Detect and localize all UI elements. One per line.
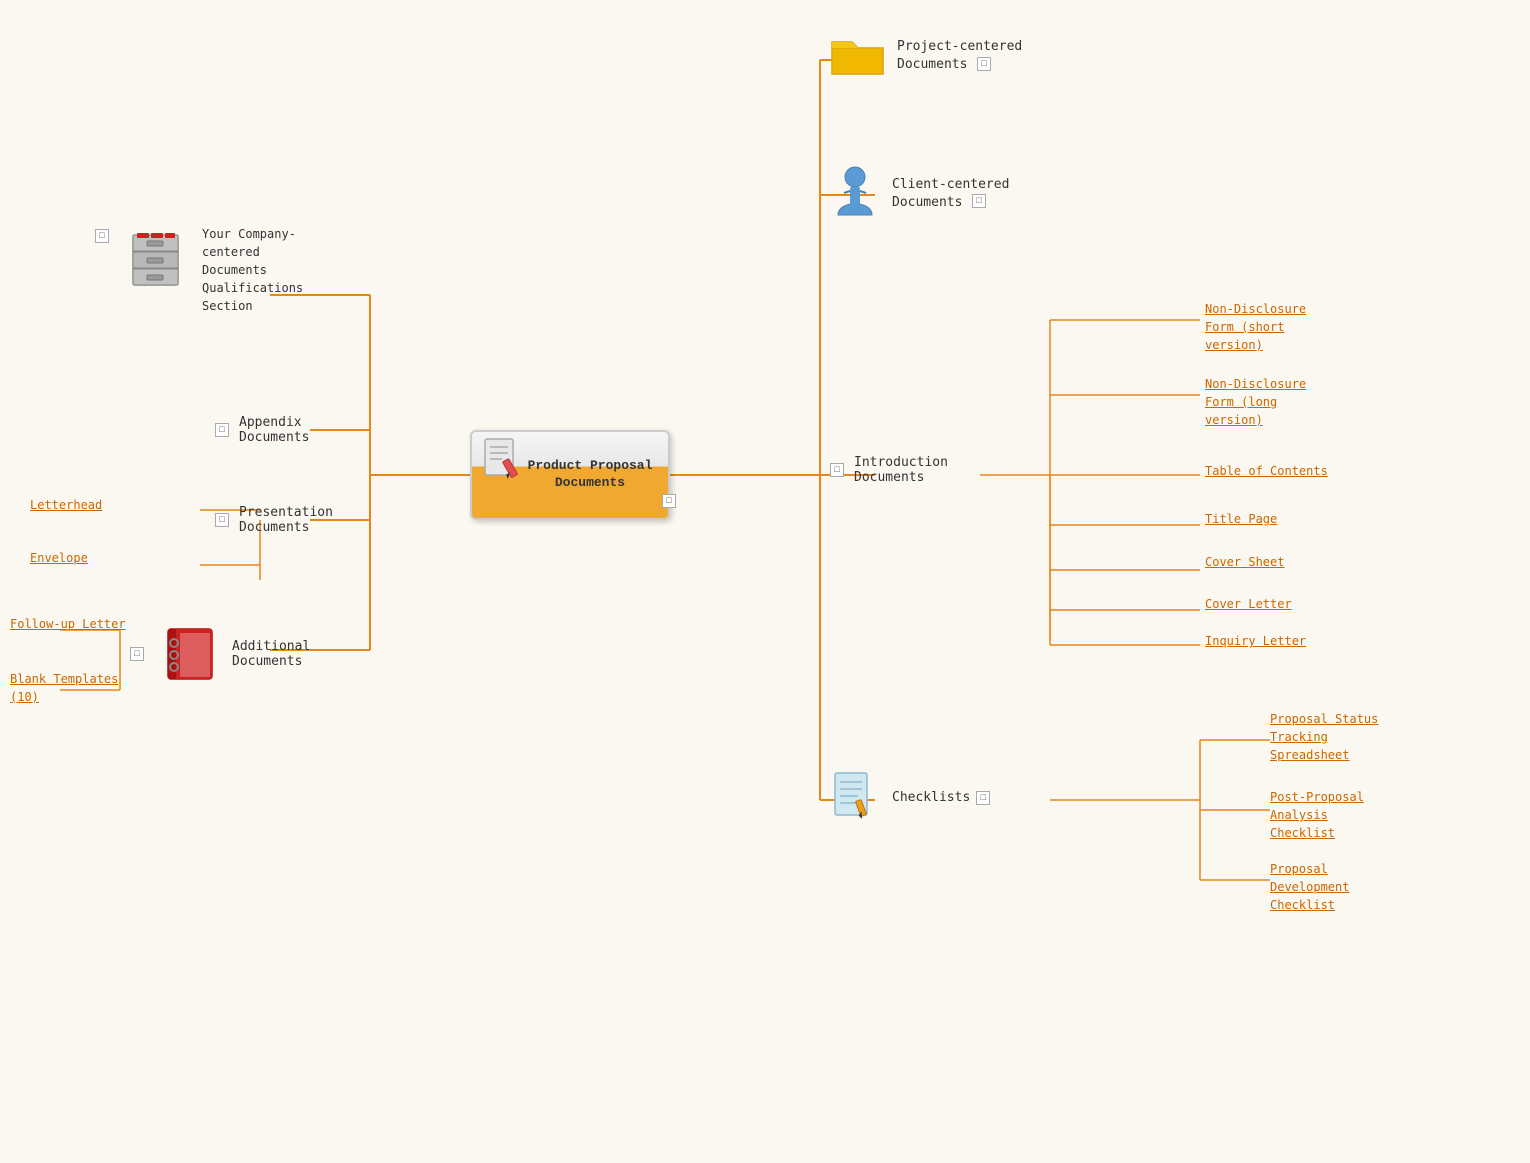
nda-short-label[interactable]: Non-DisclosureForm (shortversion) xyxy=(1205,302,1306,352)
central-label: Product ProposalDocuments xyxy=(520,454,661,496)
intro-docs-node: □ IntroductionDocuments xyxy=(830,455,948,485)
toc-node[interactable]: Table of Contents xyxy=(1205,462,1328,480)
cover-letter-node[interactable]: Cover Letter xyxy=(1205,595,1292,613)
project-centered-node: Project-centeredDocuments □ xyxy=(830,30,1022,80)
blank-templates-label[interactable]: Blank Templates(10) xyxy=(10,672,118,704)
nda-short-node[interactable]: Non-DisclosureForm (shortversion) xyxy=(1205,300,1306,354)
proposal-dev-node[interactable]: ProposalDevelopmentChecklist xyxy=(1270,860,1349,914)
client-centered-label: Client-centeredDocuments □ xyxy=(892,175,1009,211)
project-centered-label: Project-centeredDocuments □ xyxy=(897,37,1022,73)
checklists-node: Checklists □ xyxy=(830,770,994,825)
followup-letter-node[interactable]: Follow-up Letter xyxy=(10,615,126,633)
proposal-status-label[interactable]: Proposal StatusTrackingSpreadsheet xyxy=(1270,712,1378,762)
cover-letter-label[interactable]: Cover Letter xyxy=(1205,597,1292,611)
nda-long-label[interactable]: Non-DisclosureForm (longversion) xyxy=(1205,377,1306,427)
proposal-dev-label[interactable]: ProposalDevelopmentChecklist xyxy=(1270,862,1349,912)
envelope-label[interactable]: Envelope xyxy=(30,551,88,565)
inquiry-letter-label[interactable]: Inquiry Letter xyxy=(1205,634,1306,648)
cover-sheet-label[interactable]: Cover Sheet xyxy=(1205,555,1284,569)
filing-cabinet-icon xyxy=(125,225,190,290)
your-company-node: □ Your Company-centeredDocumentsQualific… xyxy=(95,225,303,315)
title-page-node[interactable]: Title Page xyxy=(1205,510,1277,528)
followup-label[interactable]: Follow-up Letter xyxy=(10,617,126,631)
central-doc-icon xyxy=(480,437,525,490)
cover-sheet-node[interactable]: Cover Sheet xyxy=(1205,553,1284,571)
post-proposal-label[interactable]: Post-ProposalAnalysisChecklist xyxy=(1270,790,1364,840)
title-page-label[interactable]: Title Page xyxy=(1205,512,1277,526)
your-company-expand[interactable]: □ xyxy=(95,229,109,243)
proposal-status-node[interactable]: Proposal StatusTrackingSpreadsheet xyxy=(1270,710,1378,764)
presentation-expand[interactable]: □ xyxy=(215,513,229,527)
intro-docs-expand[interactable]: □ xyxy=(830,463,844,477)
project-centered-expand[interactable]: □ xyxy=(977,57,991,71)
client-centered-node: Client-centeredDocuments □ xyxy=(830,165,1009,220)
additional-expand[interactable]: □ xyxy=(130,647,144,661)
intro-docs-label: IntroductionDocuments xyxy=(854,455,948,485)
envelope-node[interactable]: Envelope xyxy=(30,549,88,567)
checklist-icon xyxy=(830,770,880,825)
presentation-label: PresentationDocuments xyxy=(239,505,333,535)
letterhead-label[interactable]: Letterhead xyxy=(30,498,102,512)
inquiry-letter-node[interactable]: Inquiry Letter xyxy=(1205,632,1306,650)
blank-templates-node[interactable]: Blank Templates(10) xyxy=(10,670,118,706)
checklists-label: Checklists xyxy=(892,790,970,805)
central-node: Product ProposalDocuments □ xyxy=(470,430,670,520)
presentation-docs-node: □ PresentationDocuments xyxy=(215,505,333,535)
your-company-label: Your Company-centeredDocumentsQualificat… xyxy=(202,225,303,315)
nda-long-node[interactable]: Non-DisclosureForm (longversion) xyxy=(1205,375,1306,429)
central-expand[interactable]: □ xyxy=(662,494,676,508)
appendix-label: AppendixDocuments xyxy=(239,415,309,445)
binder-icon xyxy=(160,625,220,683)
toc-label[interactable]: Table of Contents xyxy=(1205,464,1328,478)
appendix-docs-node: □ AppendixDocuments xyxy=(215,415,309,445)
additional-docs-label: AdditionalDocuments xyxy=(232,639,310,669)
client-centered-expand[interactable]: □ xyxy=(972,194,986,208)
person-icon xyxy=(830,165,880,220)
post-proposal-node[interactable]: Post-ProposalAnalysisChecklist xyxy=(1270,788,1364,842)
checklists-expand[interactable]: □ xyxy=(976,791,990,805)
additional-docs-node: □ AdditionalDocuments xyxy=(130,625,310,683)
folder-icon xyxy=(830,30,885,80)
letterhead-node[interactable]: Letterhead xyxy=(30,496,102,514)
appendix-expand[interactable]: □ xyxy=(215,423,229,437)
